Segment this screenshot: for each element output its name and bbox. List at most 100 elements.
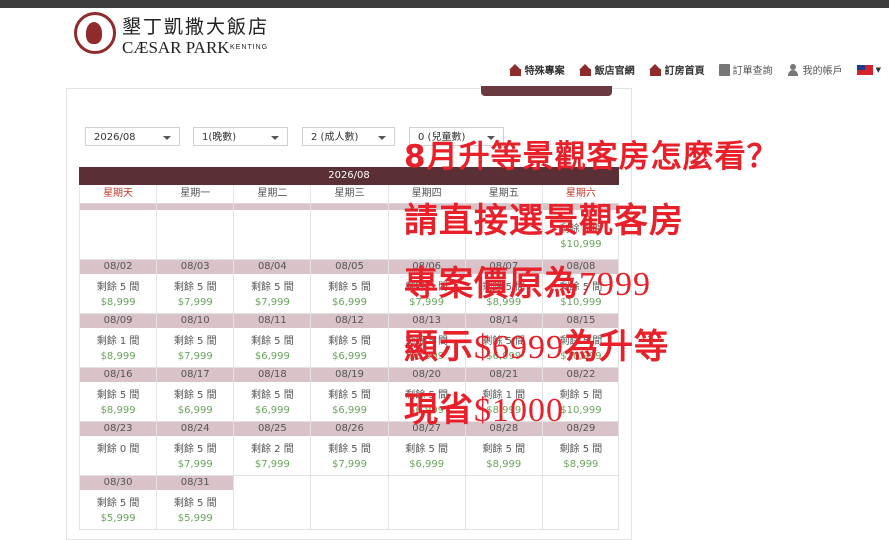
annotation-text: 現省	[404, 390, 474, 430]
calendar-day[interactable]: 08/10 剩餘 5 間 $7,999	[156, 314, 234, 368]
annotation-number: $6999	[474, 329, 564, 366]
rooms-left: 剩餘 5 間	[328, 444, 371, 455]
nav-label: 訂房首頁	[664, 66, 705, 77]
calendar-day-empty	[541, 476, 619, 530]
weekday-label: 星期天	[79, 185, 156, 203]
annotation-number: $1000	[474, 392, 564, 429]
nights-select-value: 1(晚數)	[202, 132, 237, 143]
rooms-left: 剩餘 5 間	[173, 498, 217, 509]
nav-label: 訂單查詢	[732, 66, 773, 77]
day-date: 08/18	[234, 368, 311, 382]
calendar-day[interactable]: 08/05 剩餘 5 間 $6,999	[310, 260, 388, 314]
room-price: $7,999	[331, 459, 367, 470]
calendar-day[interactable]: 08/19 剩餘 5 間 $6,999	[310, 368, 388, 422]
rooms-left: 剩餘 5 間	[250, 282, 294, 293]
calendar-day[interactable]: 08/03 剩餘 5 間 $7,999	[156, 260, 234, 314]
nav-label: 特殊專案	[524, 66, 565, 77]
annotation-text: 為升等	[564, 327, 669, 367]
rooms-left: 剩餘 5 間	[173, 282, 217, 293]
chevron-down-icon	[163, 136, 171, 140]
taiwan-flag-icon	[856, 64, 873, 75]
annotation-number: 7999	[579, 266, 651, 303]
calendar-day[interactable]: 08/30 剩餘 5 間 $5,999	[79, 476, 157, 530]
calendar-day-empty	[233, 476, 311, 530]
nav-special-offers[interactable]: 特殊專案	[508, 62, 565, 77]
calendar-day[interactable]: 08/25 剩餘 2 間 $7,999	[233, 422, 311, 476]
calendar-day[interactable]: 08/16 剩餘 5 間 $8,999	[79, 368, 157, 422]
calendar-day[interactable]: 08/24 剩餘 5 間 $7,999	[156, 422, 234, 476]
day-date: 08/17	[157, 368, 234, 382]
calendar-day[interactable]: 08/09 剩餘 1 間 $8,999	[79, 314, 157, 368]
rooms-left: 剩餘 5 間	[559, 444, 603, 455]
hotel-logo[interactable]: 墾丁凱撒大飯店 CÆSAR PARK KENTING	[74, 12, 274, 60]
day-date: 08/21	[465, 368, 542, 382]
room-price: $8,999	[100, 297, 136, 308]
logo-location: KENTING	[230, 44, 269, 51]
day-date: 08/11	[234, 314, 311, 328]
annotation-line-5: 現省$1000	[404, 382, 564, 431]
rooms-left: 剩餘 5 間	[173, 444, 217, 455]
rooms-left: 剩餘 5 間	[96, 498, 140, 509]
room-price: $7,999	[254, 459, 290, 470]
day-date: 08/03	[157, 260, 234, 274]
annotation-text: 顯示	[404, 327, 474, 367]
calendar-day[interactable]: 08/26 剩餘 5 間 $7,999	[310, 422, 388, 476]
day-date: 08/04	[234, 260, 311, 274]
day-date: 08/26	[311, 422, 388, 436]
nav-order-lookup[interactable]: 訂單查詢	[718, 62, 773, 77]
nav-my-account[interactable]: 我的帳戶	[787, 62, 843, 77]
room-price: $5,999	[177, 513, 213, 524]
calendar-day[interactable]: 08/12 剩餘 5 間 $6,999	[310, 314, 388, 368]
rooms-left: 剩餘 5 間	[173, 336, 217, 347]
room-price: $5,999	[100, 513, 136, 524]
room-price: $6,999	[409, 459, 445, 470]
panel-tab-button[interactable]	[481, 86, 612, 96]
home-icon	[648, 63, 662, 76]
logo-chinese-name: 墾丁凱撒大飯店	[122, 16, 270, 38]
room-price: $8,999	[100, 351, 136, 362]
calendar-day[interactable]: 08/11 剩餘 5 間 $6,999	[233, 314, 311, 368]
day-date: 08/02	[80, 260, 157, 274]
rooms-left: 剩餘 5 間	[96, 282, 140, 293]
room-price: $6,999	[177, 405, 213, 416]
room-price: $8,999	[563, 459, 599, 470]
weekday-label: 星期一	[156, 185, 233, 203]
document-icon	[718, 63, 730, 76]
top-bar	[0, 0, 889, 8]
chevron-down-icon	[271, 136, 279, 140]
day-date: 08/19	[311, 368, 388, 382]
room-price: $6,999	[254, 405, 290, 416]
calendar-day-empty	[310, 476, 388, 530]
day-date: 08/25	[234, 422, 311, 436]
language-selector[interactable]: ▼	[856, 64, 881, 75]
adults-select[interactable]: 2 (成人數)	[302, 127, 395, 146]
month-select[interactable]: 2026/08	[85, 127, 180, 146]
day-date: 08/10	[157, 314, 234, 328]
calendar-day[interactable]: 08/18 剩餘 5 間 $6,999	[233, 368, 311, 422]
nav-label: 我的帳戶	[802, 66, 843, 77]
room-price: $7,999	[177, 459, 213, 470]
nights-select[interactable]: 1(晚數)	[193, 127, 288, 146]
weekday-label: 星期二	[233, 185, 310, 203]
rooms-left: 剩餘 0 間	[96, 444, 140, 455]
calendar-week: 08/30 剩餘 5 間 $5,999 08/31 剩餘 5 間 $5,999	[79, 476, 619, 530]
annotation-line-2: 請直接選景觀客房	[404, 201, 684, 241]
calendar-day[interactable]: 08/31 剩餘 5 間 $5,999	[156, 476, 234, 530]
calendar-day[interactable]: 08/04 剩餘 5 間 $7,999	[233, 260, 311, 314]
calendar-day[interactable]: 08/23 剩餘 0 間	[79, 422, 157, 476]
nav-booking-home[interactable]: 訂房首頁	[648, 62, 705, 77]
user-icon	[787, 63, 800, 76]
rooms-left: 剩餘 5 間	[328, 336, 371, 347]
top-nav: 特殊專案 飯店官網 訂房首頁 訂單查詢 我的帳戶 ▼	[508, 62, 881, 77]
room-price: $6,999	[254, 351, 290, 362]
nav-hotel-website[interactable]: 飯店官網	[578, 62, 635, 77]
rooms-left: 剩餘 5 間	[250, 336, 294, 347]
day-date: 08/24	[157, 422, 234, 436]
annotation-line-3: 專案價原為7999	[404, 256, 651, 305]
day-date: 08/30	[80, 476, 157, 490]
calendar-day[interactable]: 08/17 剩餘 5 間 $6,999	[156, 368, 234, 422]
calendar-day[interactable]: 08/02 剩餘 5 間 $8,999	[79, 260, 157, 314]
nav-label: 飯店官網	[594, 66, 635, 77]
rooms-left: 剩餘 5 間	[96, 390, 140, 401]
calendar-day-empty	[310, 204, 388, 260]
